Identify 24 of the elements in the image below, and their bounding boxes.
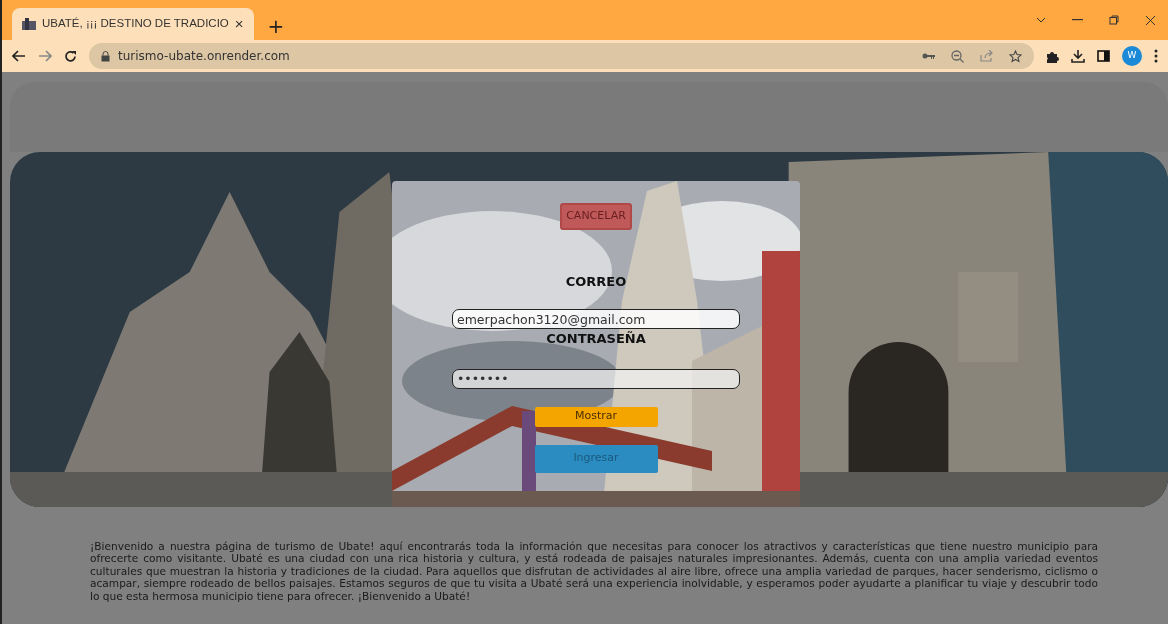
new-tab-button[interactable]: + xyxy=(267,16,285,36)
back-icon[interactable] xyxy=(12,50,26,62)
address-bar[interactable]: turismo-ubate.onrender.com xyxy=(89,43,1034,69)
forward-icon[interactable] xyxy=(38,50,52,62)
reload-icon[interactable] xyxy=(64,49,77,63)
chevron-down-icon[interactable] xyxy=(1036,17,1046,23)
tab-close-button[interactable]: × xyxy=(234,12,244,36)
side-panel-icon[interactable] xyxy=(1097,50,1110,62)
download-icon[interactable] xyxy=(1071,49,1085,63)
welcome-paragraph: ¡Bienvenido a nuestra página de turismo de Ubate! aquí encontrarás toda la información que necesitas para conocer los atractivos y características que tiene nuestro municipio para ofrecerte como visitante. Ubaté es una ciudad con una rica historia y cultura, y está rodeada de paisajes naturales impresionantes. Además, cuenta con una amplia variedad eventos culturales que muestran la historia y tradiciones de la ciudad. Para aquellos que disfrutan de actividades al aire libre, ofrece una amplia variedad de parques, hacer senderismo, ciclismo o acampar, siempre rodeado de bellos paisajes. Estamos seguros de que tu visita a Ubaté será una experiencia inolvidable, y esperamos poder ayudarte a planificar tu viaje y descubrir todo lo que esta hermosa municipio tiene para ofrecer. ¡Bienvenido a Ubaté! xyxy=(90,540,1098,603)
profile-avatar[interactable]: W xyxy=(1122,46,1142,66)
url-text: turismo-ubate.onrender.com xyxy=(118,48,290,65)
zoom-out-icon[interactable] xyxy=(951,49,964,63)
menu-icon[interactable] xyxy=(1154,49,1158,63)
close-icon[interactable] xyxy=(1145,14,1156,26)
favicon-icon xyxy=(22,18,36,30)
tab-title: UBATÉ, ¡¡¡ DESTINO DE TRADICIO xyxy=(42,16,229,32)
star-icon[interactable] xyxy=(1009,49,1022,63)
lock-icon xyxy=(101,50,110,62)
minimize-icon[interactable] xyxy=(1072,19,1083,21)
puzzle-icon[interactable] xyxy=(1046,49,1059,63)
browser-tab[interactable]: UBATÉ, ¡¡¡ DESTINO DE TRADICIO × xyxy=(12,8,254,40)
restore-icon[interactable] xyxy=(1109,15,1119,25)
key-icon[interactable] xyxy=(922,52,935,60)
